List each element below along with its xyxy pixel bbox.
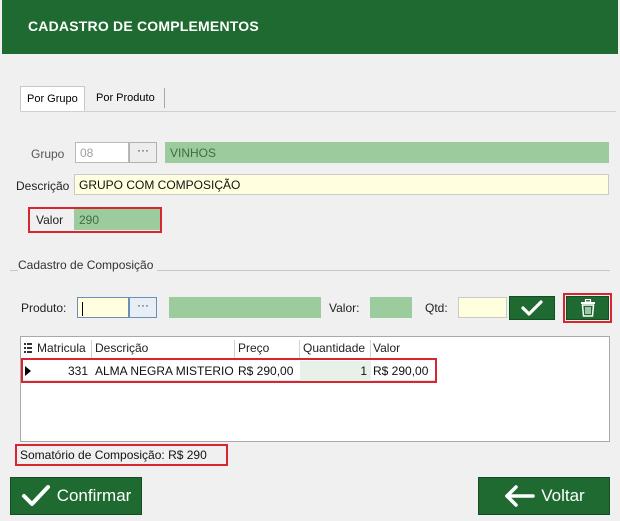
composicao-valor-field	[370, 297, 412, 318]
grupo-code-input[interactable]: 08	[75, 142, 129, 163]
confirm-label: Confirmar	[56, 486, 132, 505]
col-header-quantidade[interactable]: Quantidade	[303, 341, 365, 358]
grid-menu-icon[interactable]	[24, 343, 32, 353]
arrow-left-icon	[505, 485, 535, 507]
add-item-button[interactable]	[509, 296, 555, 320]
page-title: CADASTRO DE COMPLEMENTOS	[28, 18, 259, 34]
produto-label: Produto:	[21, 301, 67, 315]
composicao-summary: Somatório de Composição: R$ 290	[20, 448, 207, 462]
produto-search-button[interactable]: ···	[129, 297, 157, 318]
col-header-valor[interactable]: Valor	[373, 341, 400, 358]
grupo-name-field: VINHOS	[165, 142, 609, 163]
confirm-button[interactable]: Confirmar	[10, 477, 142, 515]
col-separator	[91, 340, 92, 359]
check-icon	[521, 300, 543, 316]
grupo-label: Grupo	[31, 147, 65, 161]
tab-separator	[164, 88, 165, 108]
qtd-label: Qtd:	[425, 301, 448, 315]
valor-label: Valor	[36, 213, 64, 227]
col-separator	[234, 340, 235, 359]
tab-baseline	[20, 111, 616, 112]
descricao-input[interactable]: GRUPO COM COMPOSIÇÃO	[74, 174, 609, 195]
produto-name-field	[169, 297, 321, 318]
back-label: Voltar	[541, 486, 585, 505]
col-header-matricula[interactable]: Matricula	[37, 341, 86, 358]
composicao-grid[interactable]: Matricula Descrição Preço Quantidade Val…	[20, 336, 610, 442]
composicao-valor-label: Valor:	[329, 301, 360, 315]
text-caret	[82, 301, 83, 316]
back-button[interactable]: Voltar	[478, 477, 610, 515]
col-separator	[370, 340, 371, 359]
col-header-preco[interactable]: Preço	[238, 341, 269, 358]
delete-item-button[interactable]	[566, 296, 609, 320]
col-header-descricao[interactable]: Descrição	[95, 341, 148, 358]
row-highlight-box	[21, 358, 437, 383]
produto-input[interactable]	[77, 297, 129, 318]
check-icon	[21, 485, 50, 506]
composicao-title: Cadastro de Composição	[18, 258, 158, 272]
valor-input[interactable]: 290	[74, 209, 160, 230]
descricao-label: Descrição	[16, 179, 70, 193]
trash-icon	[580, 299, 595, 317]
tab-por-grupo[interactable]: Por Grupo	[20, 86, 85, 112]
qtd-input[interactable]	[458, 297, 507, 318]
col-separator	[299, 340, 300, 359]
grupo-search-button[interactable]: ···	[129, 142, 157, 163]
tab-por-produto[interactable]: Por Produto	[90, 86, 161, 112]
